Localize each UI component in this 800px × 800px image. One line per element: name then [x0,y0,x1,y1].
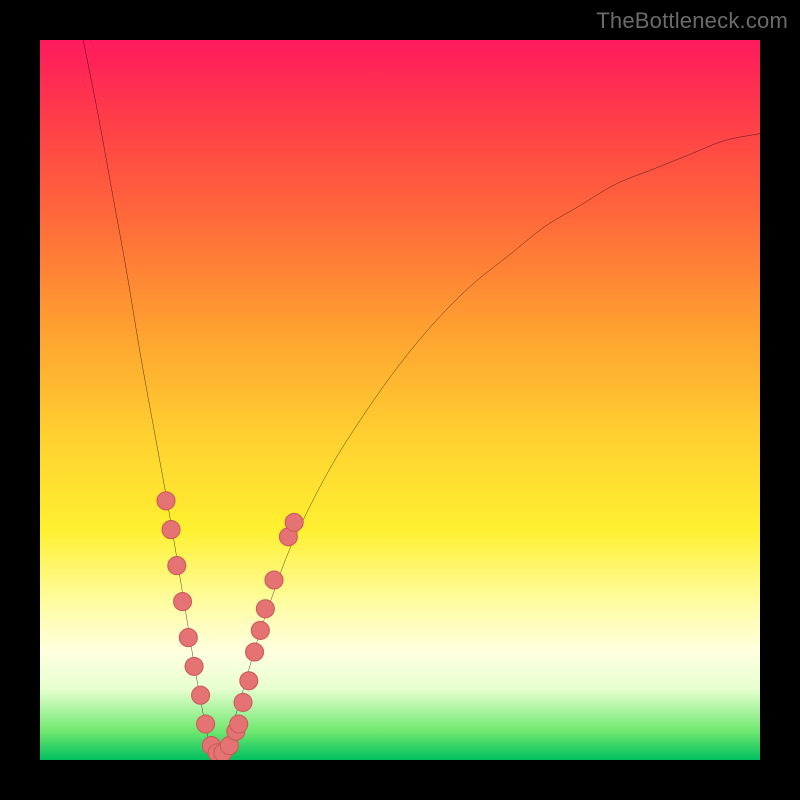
watermark-text: TheBottleneck.com [596,8,788,34]
data-marker [179,629,197,647]
data-marker [162,521,180,539]
bottleneck-curve [83,40,760,755]
chart-svg [40,40,760,760]
data-marker [197,715,215,733]
data-marker [157,492,175,510]
data-marker [234,693,252,711]
data-marker [285,513,303,531]
data-marker [185,657,203,675]
data-marker [168,557,186,575]
data-marker [265,571,283,589]
data-marker [251,621,269,639]
data-marker [192,686,210,704]
data-marker [230,715,248,733]
markers-group [157,492,303,760]
data-marker [246,643,264,661]
curve-group [83,40,760,755]
data-marker [240,672,258,690]
data-marker [256,600,274,618]
plot-area [40,40,760,760]
chart-frame: TheBottleneck.com [0,0,800,800]
data-marker [174,593,192,611]
